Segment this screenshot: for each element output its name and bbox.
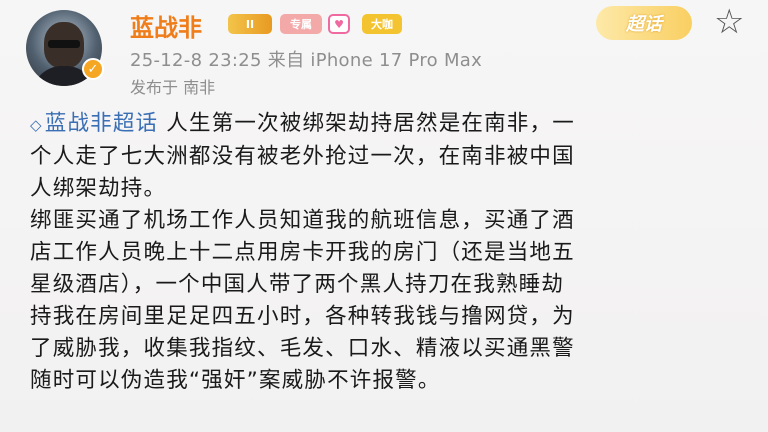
diamond-icon: ◇ (30, 116, 43, 134)
user-name[interactable]: 蓝战非 (130, 8, 202, 43)
member-badge[interactable]: 专属 (280, 14, 322, 34)
weibo-post-card: ✓ 蓝战非 II 专属 ♥ 大咖 超话 ☆ 25-12-8 23:25 来自 i… (0, 0, 768, 432)
favorite-star-icon[interactable]: ☆ (714, 2, 744, 42)
vip-badge[interactable]: 大咖 (362, 14, 402, 34)
verified-icon: ✓ (82, 58, 104, 80)
post-text: 了威胁我，收集我指纹、毛发、口水、精液以买通黑警 (30, 336, 575, 361)
chaohua-button[interactable]: 超话 (596, 6, 692, 40)
post-text: 绑匪买通了机场工作人员知道我的航班信息，买通了酒 (30, 208, 575, 233)
topic-link[interactable]: 蓝战非超话 (45, 111, 159, 136)
post-text: 人生第一次被绑架劫持居然是在南非，一 (158, 111, 575, 136)
post-text: 个人走了七大洲都没有被老外抢过一次，在南非被中国 (30, 144, 575, 169)
post-text: 人绑架劫持。 (30, 176, 167, 201)
post-text: 店工作人员晚上十二点用房卡开我的房门（还是当地五 (30, 240, 575, 265)
post-text: 随时可以伪造我“强奸”案威胁不许报警。 (30, 368, 441, 393)
post-location: 发布于 南非 (130, 78, 216, 97)
post-line-1: ◇蓝战非超话 人生第一次被绑架劫持居然是在南非，一 (30, 108, 750, 141)
gem-badge-icon[interactable]: ♥ (328, 14, 350, 34)
post-text: 持我在房间里足足四五小时，各种转我钱与撸网贷，为 (30, 304, 575, 329)
post-time-device: 25-12-8 23:25 来自 iPhone 17 Pro Max (130, 50, 483, 71)
post-text: 星级酒店），一个中国人带了两个黑人持刀在我熟睡劫 (30, 272, 565, 297)
crown-level-badge[interactable]: II (228, 14, 272, 34)
post-body: ◇蓝战非超话 人生第一次被绑架劫持居然是在南非，一 个人走了七大洲都没有被老外抢… (30, 108, 750, 397)
avatar-glasses (48, 40, 80, 48)
